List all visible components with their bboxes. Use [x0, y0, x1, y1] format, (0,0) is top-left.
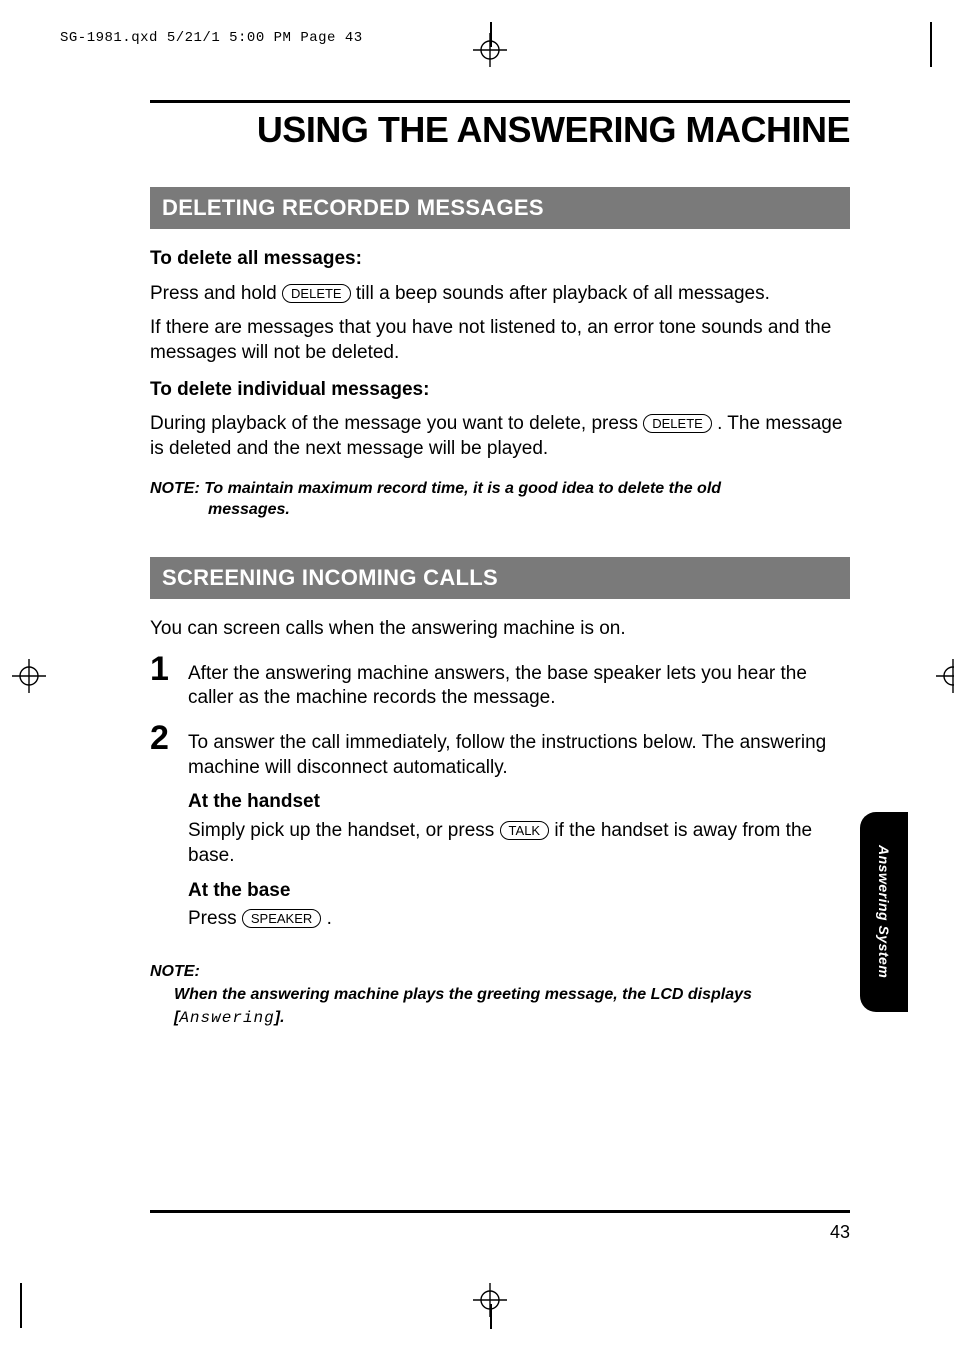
page-number: 43 — [150, 1222, 850, 1243]
step-2: 2 To answer the call immediately, follow… — [150, 721, 850, 780]
prepress-header: SG-1981.qxd 5/21/1 5:00 PM Page 43 — [60, 30, 363, 46]
base-heading: At the base — [188, 879, 850, 904]
title-rule — [150, 100, 850, 103]
page-title: USING THE ANSWERING MACHINE — [150, 109, 850, 151]
registration-mark-icon — [473, 33, 507, 67]
crop-mark-top-right — [930, 22, 932, 67]
note-screening: NOTE: When the answering machine plays t… — [150, 960, 850, 1031]
text-fragment: till a beep sounds after playback of all… — [356, 283, 770, 304]
talk-keycap: TALK — [500, 821, 550, 840]
step-1: 1 After the answering machine answers, t… — [150, 652, 850, 711]
delete-all-para2: If there are messages that you have not … — [150, 316, 850, 365]
text-fragment: During playback of the message you want … — [150, 413, 643, 434]
step-text: After the answering machine answers, the… — [188, 652, 850, 711]
delete-individual-heading: To delete individual messages: — [150, 378, 850, 403]
note-label: NOTE: — [150, 963, 200, 980]
delete-all-heading: To delete all messages: — [150, 247, 850, 272]
body-screening: You can screen calls when the answering … — [150, 617, 850, 1030]
body-deleting: To delete all messages: Press and hold D… — [150, 247, 850, 521]
thumb-tab-label: Answering System — [876, 845, 892, 978]
text-fragment: Press — [188, 908, 242, 929]
note-line2: messages. — [150, 499, 850, 521]
text-fragment: Press and hold — [150, 283, 282, 304]
section-heading-deleting: DELETING RECORDED MESSAGES — [150, 187, 850, 229]
base-para: Press SPEAKER . — [188, 907, 850, 932]
sub-at-handset: At the handset Simply pick up the handse… — [188, 790, 850, 931]
text-fragment: . — [327, 908, 332, 929]
footer-rule — [150, 1210, 850, 1213]
step-number: 2 — [150, 721, 174, 780]
registration-mark-icon — [12, 659, 46, 693]
handset-para: Simply pick up the handset, or press TAL… — [188, 819, 850, 868]
registration-mark-icon — [473, 1283, 507, 1317]
handset-heading: At the handset — [188, 790, 850, 815]
step-text: To answer the call immediately, follow t… — [188, 721, 850, 780]
delete-individual-para: During playback of the message you want … — [150, 412, 850, 461]
delete-keycap: DELETE — [643, 414, 712, 433]
lcd-text: Answering — [179, 1009, 274, 1027]
speaker-keycap: SPEAKER — [242, 909, 321, 928]
thumb-tab-answering-system: Answering System — [860, 812, 908, 1012]
text-fragment: Simply pick up the handset, or press — [188, 820, 500, 841]
registration-mark-icon — [936, 659, 954, 693]
text-fragment: When the answering machine plays the gre… — [174, 986, 752, 1003]
step-number: 1 — [150, 652, 174, 711]
section-heading-screening: SCREENING INCOMING CALLS — [150, 557, 850, 599]
delete-all-para1: Press and hold DELETE till a beep sounds… — [150, 282, 850, 307]
delete-keycap: DELETE — [282, 284, 351, 303]
note2-line1: When the answering machine plays the gre… — [150, 983, 850, 1030]
crop-mark-bottom-left — [20, 1283, 22, 1328]
note-delete: NOTE: To maintain maximum record time, i… — [150, 478, 850, 521]
screening-intro: You can screen calls when the answering … — [150, 617, 850, 642]
note-label: NOTE: — [150, 480, 204, 497]
content-column: USING THE ANSWERING MACHINE DELETING REC… — [150, 100, 850, 1030]
note-line1: To maintain maximum record time, it is a… — [204, 480, 721, 497]
bracket-close: ]. — [275, 1009, 285, 1026]
